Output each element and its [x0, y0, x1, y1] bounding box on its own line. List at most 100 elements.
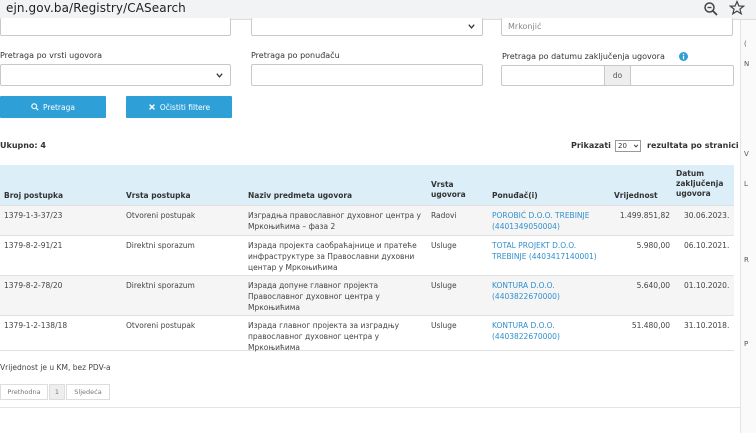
cell-subject-line: Израда пројекта саобраћајнице и прaтеће — [248, 241, 417, 250]
table-row[interactable]: 1379-8-2-91/21 Direktni sporazum Израда … — [0, 235, 734, 275]
cell-value: 1.499.851,82 — [619, 211, 670, 220]
th-date[interactable]: Datum zaključenja ugovora — [676, 169, 723, 199]
cell-contract-type: Usluge — [431, 281, 457, 290]
cell-bidder-line: POROBIĆ D.O.O. TREBINJE — [492, 211, 590, 220]
th-contract-type-line: Vrsta — [431, 180, 454, 189]
cell-subject-line: Израда допуне главног пројекта — [248, 281, 379, 290]
bidder-label: Pretraga po ponuđaču — [251, 51, 340, 60]
contract-type-select[interactable] — [0, 64, 231, 86]
cell-number: 1379-8-2-91/21 — [4, 241, 63, 250]
chevron-down-icon — [633, 144, 639, 148]
cell-bidder-link[interactable]: KONTURA D.O.O. (4403822670000) — [492, 280, 560, 302]
cell-number: 1379-1-2-138/18 — [4, 321, 68, 330]
cell-contract-type: Usluge — [431, 321, 457, 330]
strip-char: N — [744, 60, 750, 68]
cell-subject-line: Мркоњићима — [248, 303, 300, 312]
cell-bidder-link[interactable]: POROBIĆ D.O.O. TREBINJE (4401349050004) — [492, 210, 589, 232]
cell-bidder-line: KONTURA D.O.O. — [492, 321, 555, 330]
cell-number: 1379-1-3-37/23 — [4, 211, 63, 220]
location-field[interactable] — [501, 18, 733, 36]
th-contract-type[interactable]: Vrsta ugovora — [431, 180, 466, 200]
x-icon — [148, 104, 155, 110]
th-subject[interactable]: Naziv predmeta ugovora — [248, 191, 352, 201]
star-icon[interactable] — [729, 0, 745, 16]
cell-subject: Израда главног пројекта за изградњу прав… — [248, 320, 423, 353]
cell-subject-line: Православног духовног центра у — [248, 292, 380, 301]
cell-procedure-type: Direktni sporazum — [126, 281, 195, 290]
cell-date: 30.06.2023. — [684, 211, 730, 220]
url-text[interactable]: ejn.gov.ba/Registry/CASearch — [6, 1, 186, 15]
pagination-prev[interactable]: Prethodna — [0, 384, 48, 400]
cell-bidder-line: TREBINJE (4403417140001) — [492, 252, 597, 261]
th-number[interactable]: Broj postupka — [4, 191, 63, 201]
cell-bidder-line: (4401349050004) — [492, 222, 560, 231]
cell-subject-line: центар у Мркоњићима — [248, 263, 338, 272]
browser-url-bar: ejn.gov.ba/Registry/CASearch — [0, 0, 756, 20]
strip-char: ( — [744, 40, 747, 48]
search-button[interactable]: Pretraga — [0, 96, 106, 118]
per-page-label: rezultata po stranici — [647, 141, 739, 150]
bidder-input[interactable] — [251, 64, 483, 86]
cell-subject-line: инфраструктуре за Православни духовни — [248, 252, 415, 261]
divider — [0, 407, 740, 408]
cell-subject-line: Изградња православног духовног центра у — [248, 211, 421, 220]
cell-subject: Израда допуне главног пројекта Православ… — [248, 280, 423, 313]
cell-date: 06.10.2021. — [684, 241, 730, 250]
cell-subject-line: Израда главног пројекта за изградњу — [248, 321, 400, 330]
th-value[interactable]: Vrijednost — [614, 191, 658, 201]
zoom-out-icon[interactable] — [703, 1, 719, 17]
cell-subject-line: православног духовног центра у — [248, 332, 380, 341]
strip-char: V — [744, 150, 749, 158]
top-left-field[interactable] — [0, 18, 231, 36]
pagination-page[interactable]: 1 — [49, 384, 65, 400]
cell-bidder-link[interactable]: TOTAL PROJEKT D.O.O. TREBINJE (440341714… — [492, 240, 597, 262]
table-row[interactable]: 1379-1-3-37/23 Otvoreni postupak Изградњ… — [0, 205, 734, 235]
pagination-next[interactable]: Sljedeća — [66, 384, 110, 400]
date-label: Pretraga po datumu zaključenja ugovora — [502, 52, 665, 61]
th-bidder[interactable]: Ponuđač(i) — [492, 191, 538, 201]
clear-filters-button[interactable]: Očistiti filtere — [126, 96, 232, 118]
search-button-label: Pretraga — [43, 102, 75, 112]
th-date-line: zaključenja — [676, 179, 724, 188]
top-middle-select[interactable] — [251, 18, 483, 36]
page-size-select[interactable]: 20 — [615, 140, 641, 152]
page-size-value: 20 — [618, 142, 627, 150]
contract-type-label: Pretraga po vrsti ugovora — [0, 51, 103, 60]
date-to-addon: do — [604, 65, 631, 86]
total-count: Ukupno: 4 — [0, 141, 46, 150]
cell-procedure-type: Otvoreni postupak — [126, 321, 196, 330]
strip-char: P — [744, 340, 749, 348]
th-date-line: ugovora — [676, 189, 711, 198]
th-date-line: Datum — [676, 169, 705, 178]
cell-bidder-line: KONTURA D.O.O. — [492, 281, 555, 290]
chevron-down-icon — [468, 24, 475, 29]
cell-bidder-line: (4403822670000) — [492, 332, 560, 341]
clear-filters-label: Očistiti filtere — [159, 102, 211, 112]
cell-subject: Изградња православног духовног центра у … — [248, 210, 423, 232]
cell-subject: Израда пројекта саобраћајнице и прaтеће … — [248, 240, 423, 273]
search-icon — [31, 103, 39, 111]
cell-contract-type: Radovi — [431, 211, 457, 220]
th-procedure-type[interactable]: Vrsta postupka — [126, 191, 191, 201]
right-panel-edge: ( N V L R P — [740, 20, 756, 433]
cell-contract-type: Usluge — [431, 241, 457, 250]
value-note: Vrijednost je u KM, bez PDV-a — [0, 363, 111, 372]
cell-number: 1379-8-2-78/20 — [4, 281, 63, 290]
cell-subject-line: Мркоњићима – фаза 2 — [248, 222, 336, 231]
info-icon[interactable] — [679, 52, 688, 61]
show-label: Prikazati — [571, 141, 611, 150]
table-header: Broj postupka Vrsta postupka Naziv predm… — [0, 165, 734, 205]
table-row[interactable]: 1379-1-2-138/18 Otvoreni postupak Израда… — [0, 315, 734, 353]
table-row[interactable]: 1379-8-2-78/20 Direktni sporazum Израда … — [0, 275, 734, 315]
cell-date: 31.10.2018. — [684, 321, 730, 330]
cell-subject-line: Мркоњићима — [248, 343, 300, 352]
page-content: Pretraga po vrsti ugovora Pretraga po po… — [0, 18, 740, 433]
th-contract-type-line: ugovora — [431, 190, 466, 199]
cell-value: 51.480,00 — [631, 321, 670, 330]
date-from-input[interactable] — [501, 65, 605, 86]
cell-value: 5.640,00 — [636, 281, 670, 290]
cell-bidder-link[interactable]: KONTURA D.O.O. (4403822670000) — [492, 320, 560, 342]
date-to-input[interactable] — [630, 65, 734, 86]
cell-procedure-type: Direktni sporazum — [126, 241, 195, 250]
strip-char: R — [744, 256, 749, 264]
